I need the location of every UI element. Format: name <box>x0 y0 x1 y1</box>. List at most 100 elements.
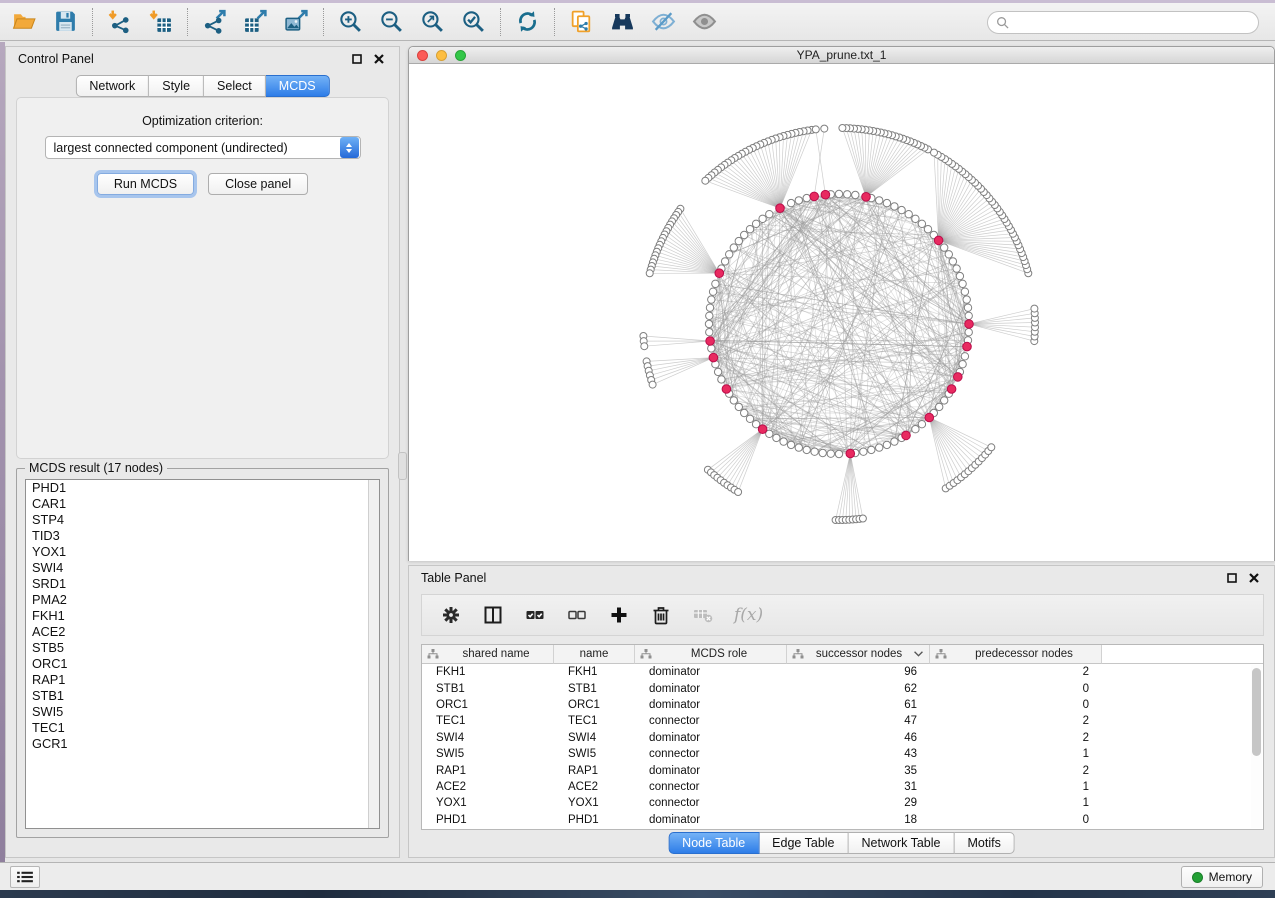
tab-mcds[interactable]: MCDS <box>266 75 330 97</box>
first-neighbors-button[interactable] <box>602 6 643 38</box>
mcds-hub-node[interactable] <box>722 385 731 394</box>
search-field[interactable] <box>987 11 1259 34</box>
network-node[interactable] <box>706 329 713 336</box>
network-node[interactable] <box>959 280 966 287</box>
network-node[interactable] <box>795 197 802 204</box>
network-node[interactable] <box>959 361 966 368</box>
table-row[interactable]: TEC1TEC1connector472 <box>422 713 1263 729</box>
network-node[interactable] <box>941 244 948 251</box>
network-node[interactable] <box>956 272 963 279</box>
mcds-result-item[interactable]: TID3 <box>26 528 379 544</box>
close-table-panel-button[interactable] <box>1246 570 1262 586</box>
network-node[interactable] <box>708 345 715 352</box>
network-node[interactable] <box>706 312 713 319</box>
leaf-node[interactable] <box>931 149 938 156</box>
network-node[interactable] <box>898 206 905 213</box>
tab-motifs[interactable]: Motifs <box>954 832 1014 854</box>
leaf-node[interactable] <box>812 126 819 133</box>
scrollbar-thumb[interactable] <box>1252 668 1261 756</box>
table-settings-button[interactable] <box>440 604 462 626</box>
network-node[interactable] <box>721 258 728 265</box>
table-scrollbar[interactable] <box>1251 665 1262 828</box>
select-all-button[interactable] <box>524 604 546 626</box>
splitter-grip[interactable] <box>398 452 407 480</box>
network-node[interactable] <box>803 446 810 453</box>
float-table-panel-button[interactable] <box>1224 570 1240 586</box>
network-node[interactable] <box>953 265 960 272</box>
zoom-fit-button[interactable] <box>412 6 453 38</box>
refresh-button[interactable] <box>507 6 548 38</box>
network-node[interactable] <box>868 446 875 453</box>
mcds-result-item[interactable]: TEC1 <box>26 720 379 736</box>
network-node[interactable] <box>936 403 943 410</box>
column-header[interactable]: shared name <box>422 645 554 664</box>
list-scrollbar[interactable] <box>368 480 379 828</box>
column-header[interactable]: name <box>554 645 635 664</box>
mcds-result-item[interactable]: PMA2 <box>26 592 379 608</box>
mcds-result-item[interactable]: RAP1 <box>26 672 379 688</box>
network-node[interactable] <box>860 448 867 455</box>
leaf-node[interactable] <box>641 343 648 350</box>
zoom-out-button[interactable] <box>371 6 412 38</box>
tab-select[interactable]: Select <box>204 75 266 97</box>
mcds-result-item[interactable]: SWI5 <box>26 704 379 720</box>
mcds-result-item[interactable]: YOX1 <box>26 544 379 560</box>
table-row[interactable]: STB1STB1dominator620 <box>422 680 1263 696</box>
save-session-button[interactable] <box>45 6 86 38</box>
table-row[interactable]: ACE2ACE2connector311 <box>422 779 1263 795</box>
network-node[interactable] <box>965 312 972 319</box>
network-node[interactable] <box>961 353 968 360</box>
zoom-in-button[interactable] <box>330 6 371 38</box>
leaf-node[interactable] <box>1031 305 1038 312</box>
network-node[interactable] <box>965 329 972 336</box>
network-node[interactable] <box>730 397 737 404</box>
show-all-button[interactable] <box>684 6 725 38</box>
network-node[interactable] <box>714 368 721 375</box>
tab-node-table[interactable]: Node Table <box>668 832 759 854</box>
network-node[interactable] <box>718 376 725 383</box>
mcds-hub-node[interactable] <box>846 449 855 458</box>
table-row[interactable]: RAP1RAP1dominator352 <box>422 762 1263 778</box>
network-node[interactable] <box>780 438 787 445</box>
delete-table-button[interactable] <box>692 604 714 626</box>
mcds-result-item[interactable]: STB5 <box>26 640 379 656</box>
import-table-button[interactable] <box>140 6 181 38</box>
network-node[interactable] <box>912 215 919 222</box>
leaf-node[interactable] <box>646 270 653 277</box>
network-node[interactable] <box>883 199 890 206</box>
network-node[interactable] <box>852 191 859 198</box>
network-node[interactable] <box>883 441 890 448</box>
mcds-result-item[interactable]: STP4 <box>26 512 379 528</box>
import-network-button[interactable] <box>99 6 140 38</box>
tab-network-table[interactable]: Network Table <box>849 832 955 854</box>
table-row[interactable]: SWI5SWI5connector431 <box>422 746 1263 762</box>
network-node[interactable] <box>912 426 919 433</box>
network-node[interactable] <box>708 296 715 303</box>
network-node[interactable] <box>706 304 713 311</box>
table-row[interactable]: ORC1ORC1dominator610 <box>422 697 1263 713</box>
network-node[interactable] <box>924 226 931 233</box>
chevron-down-icon[interactable] <box>914 651 923 657</box>
tab-edge-table[interactable]: Edge Table <box>759 832 848 854</box>
leaf-node[interactable] <box>859 515 866 522</box>
network-node[interactable] <box>752 220 759 227</box>
network-node[interactable] <box>746 415 753 422</box>
network-node[interactable] <box>835 190 842 197</box>
leaf-node[interactable] <box>988 444 995 451</box>
leaf-node[interactable] <box>702 177 709 184</box>
network-node[interactable] <box>827 450 834 457</box>
network-node[interactable] <box>961 288 968 295</box>
column-header[interactable]: MCDS role <box>635 645 787 664</box>
mcds-hub-node[interactable] <box>758 425 767 434</box>
network-canvas[interactable] <box>409 64 1274 561</box>
network-node[interactable] <box>735 403 742 410</box>
table-row[interactable]: SWI4SWI4dominator462 <box>422 730 1263 746</box>
close-panel-button[interactable] <box>371 51 387 67</box>
mcds-hub-node[interactable] <box>902 431 911 440</box>
network-node[interactable] <box>905 211 912 218</box>
tab-network[interactable]: Network <box>75 75 149 97</box>
close-panel-button-mcds[interactable]: Close panel <box>208 173 308 195</box>
mcds-hub-node[interactable] <box>954 373 963 382</box>
memory-button[interactable]: Memory <box>1181 866 1263 888</box>
network-node[interactable] <box>819 449 826 456</box>
